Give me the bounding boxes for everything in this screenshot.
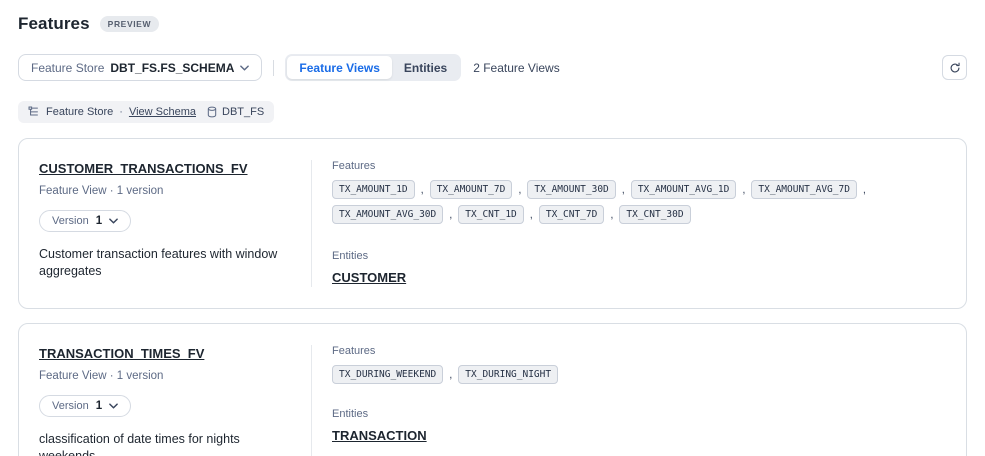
entities-block: Entities TRANSACTION: [332, 408, 942, 445]
tab-feature-views[interactable]: Feature Views: [287, 56, 391, 79]
refresh-icon: [949, 62, 961, 74]
feature-view-title-link[interactable]: TRANSACTION_TIMES_FV: [39, 346, 204, 361]
entities-label: Entities: [332, 250, 942, 262]
feature-views-count: 2 Feature Views: [473, 61, 560, 75]
entity-link-list: TRANSACTION: [332, 420, 942, 445]
chip-separator: ,: [449, 209, 452, 221]
breadcrumb-prefix: Feature Store: [46, 106, 113, 118]
feature-chip: TX_CNT_7D: [539, 205, 604, 224]
feature-chip: TX_CNT_1D: [458, 205, 523, 224]
breadcrumb-database: DBT_FS: [206, 106, 264, 118]
page-header: Features PREVIEW: [18, 14, 967, 34]
chip-separator: ,: [530, 209, 533, 221]
card-details: Features TX_AMOUNT_1D,TX_AMOUNT_7D,TX_AM…: [312, 160, 966, 287]
feature-chip: TX_CNT_30D: [619, 205, 690, 224]
version-dropdown[interactable]: Version 1: [39, 210, 131, 232]
breadcrumb-separator: ·: [119, 106, 123, 118]
chip-separator: ,: [518, 184, 521, 196]
feature-view-title-link[interactable]: CUSTOMER_TRANSACTIONS_FV: [39, 161, 248, 176]
chevron-down-icon: [240, 65, 249, 71]
chip-separator: ,: [421, 184, 424, 196]
feature-chip: TX_AMOUNT_1D: [332, 180, 415, 199]
toolbar: Feature Store DBT_FS.FS_SCHEMA Feature V…: [18, 54, 967, 81]
view-schema-link[interactable]: View Schema: [129, 106, 196, 118]
version-value: 1: [96, 215, 102, 227]
tab-entities[interactable]: Entities: [392, 56, 459, 79]
chip-separator: ,: [863, 184, 866, 196]
preview-badge: PREVIEW: [100, 16, 159, 32]
entity-link[interactable]: CUSTOMER: [332, 270, 406, 285]
entities-label: Entities: [332, 408, 942, 420]
feature-store-value: DBT_FS.FS_SCHEMA: [110, 61, 234, 75]
card-summary: CUSTOMER_TRANSACTIONS_FV Feature View · …: [19, 160, 312, 287]
feature-store-label: Feature Store: [31, 61, 104, 75]
chevron-down-icon: [109, 403, 118, 409]
entity-link-list: CUSTOMER: [332, 262, 942, 287]
feature-chip: TX_AMOUNT_AVG_7D: [751, 180, 857, 199]
features-page: Features PREVIEW Feature Store DBT_FS.FS…: [0, 0, 985, 456]
feature-chip: TX_AMOUNT_AVG_1D: [631, 180, 737, 199]
entity-link[interactable]: TRANSACTION: [332, 428, 427, 443]
features-label: Features: [332, 345, 942, 357]
entities-block: Entities CUSTOMER: [332, 250, 942, 287]
chip-separator: ,: [622, 184, 625, 196]
feature-chip: TX_AMOUNT_AVG_30D: [332, 205, 443, 224]
version-dropdown[interactable]: Version 1: [39, 395, 131, 417]
card-summary: TRANSACTION_TIMES_FV Feature View · 1 ve…: [19, 345, 312, 456]
version-label: Version: [52, 215, 89, 227]
toolbar-divider: [273, 60, 274, 76]
feature-chip: TX_AMOUNT_7D: [430, 180, 513, 199]
view-tabs: Feature Views Entities: [285, 54, 461, 81]
features-label: Features: [332, 160, 942, 172]
schema-tree-icon: [28, 106, 40, 118]
card-details: Features TX_DURING_WEEKEND, TX_DURING_NIG…: [312, 345, 966, 456]
feature-chip: TX_AMOUNT_30D: [527, 180, 615, 199]
feature-view-list: CUSTOMER_TRANSACTIONS_FV Feature View · …: [18, 138, 967, 456]
feature-chip: TX_DURING_NIGHT: [458, 365, 558, 384]
version-value: 1: [96, 400, 102, 412]
database-icon: [206, 106, 218, 118]
chip-separator: ,: [610, 209, 613, 221]
feature-view-description: classification of date times for nights …: [39, 431, 291, 456]
chip-separator: ,: [449, 369, 452, 381]
breadcrumb: Feature Store · View Schema DBT_FS: [18, 101, 274, 123]
version-label: Version: [52, 400, 89, 412]
feature-chip-list: TX_DURING_WEEKEND, TX_DURING_NIGHT: [332, 365, 942, 384]
feature-view-subtitle: Feature View · 1 version: [39, 185, 291, 197]
feature-view-description: Customer transaction features with windo…: [39, 246, 291, 280]
feature-chip: TX_DURING_WEEKEND: [332, 365, 443, 384]
chevron-down-icon: [109, 218, 118, 224]
chip-separator: ,: [742, 184, 745, 196]
page-title: Features: [18, 14, 90, 34]
feature-view-subtitle: Feature View · 1 version: [39, 370, 291, 382]
feature-view-card: TRANSACTION_TIMES_FV Feature View · 1 ve…: [18, 323, 967, 456]
feature-store-selector[interactable]: Feature Store DBT_FS.FS_SCHEMA: [18, 54, 262, 81]
database-name: DBT_FS: [222, 106, 264, 118]
feature-chip-list: TX_AMOUNT_1D, TX_AMOUNT_7D, TX_AMOUNT_30D,…: [332, 180, 942, 224]
refresh-button[interactable]: [942, 55, 967, 80]
feature-view-card: CUSTOMER_TRANSACTIONS_FV Feature View · …: [18, 138, 967, 309]
